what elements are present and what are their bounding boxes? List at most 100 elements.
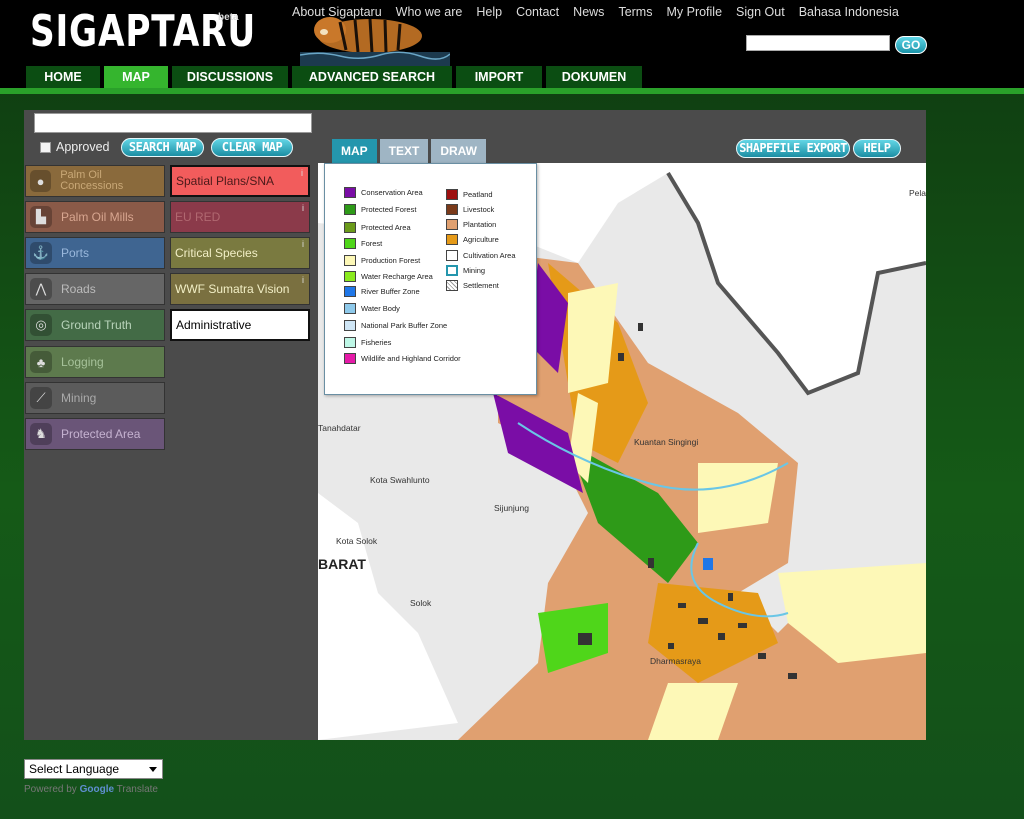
- link-my-profile[interactable]: My Profile: [666, 5, 722, 19]
- link-news[interactable]: News: [573, 5, 604, 19]
- legend-swatch: [446, 265, 458, 276]
- layer-label: Logging: [61, 355, 104, 369]
- legend-item: Agriculture: [446, 234, 499, 245]
- tab-discussions[interactable]: DISCUSSIONS: [172, 66, 288, 88]
- tab-dokumen[interactable]: DOKUMEN: [546, 66, 642, 88]
- legend-item: Water Body: [344, 303, 400, 314]
- link-about[interactable]: About Sigaptaru: [292, 5, 382, 19]
- legend-item: Fisheries: [344, 337, 391, 348]
- place-label: Solok: [410, 598, 432, 608]
- clear-map-button[interactable]: CLEAR MAP: [211, 138, 293, 157]
- info-icon[interactable]: i: [302, 203, 304, 213]
- powered-by: Powered by Google Translate: [24, 784, 158, 795]
- legend-item: Cultivation Area: [446, 250, 516, 261]
- legend-swatch: [344, 255, 356, 266]
- language-select[interactable]: Select Language: [24, 759, 163, 779]
- plan-critical-species[interactable]: Critical Species i: [170, 237, 310, 269]
- link-who-we-are[interactable]: Who we are: [396, 5, 463, 19]
- pickaxe-icon: ⟋: [30, 387, 52, 409]
- plan-label: EU RED: [175, 210, 221, 224]
- layer-protected-area[interactable]: ♞ Protected Area: [25, 418, 165, 450]
- legend-item: National Park Buffer Zone: [344, 320, 447, 331]
- legend-item: Plantation: [446, 219, 496, 230]
- tab-advanced-search[interactable]: ADVANCED SEARCH: [292, 66, 452, 88]
- approved-filter[interactable]: Approved: [40, 140, 110, 154]
- plan-administrative[interactable]: Administrative: [170, 309, 310, 341]
- tab-import[interactable]: IMPORT: [456, 66, 542, 88]
- map-view-tabs: MAP TEXT DRAW: [332, 139, 487, 163]
- legend-swatch: [344, 271, 356, 282]
- legend-swatch: [344, 286, 356, 297]
- legend-swatch: [344, 337, 356, 348]
- legend-swatch: [446, 189, 458, 200]
- link-contact[interactable]: Contact: [516, 5, 559, 19]
- place-label: Kota Swahlunto: [370, 475, 430, 485]
- legend-swatch: [446, 234, 458, 245]
- search-map-button[interactable]: SEARCH MAP: [121, 138, 204, 157]
- place-label: Kota Solok: [336, 536, 378, 546]
- legend-swatch: [446, 219, 458, 230]
- tab-text-view[interactable]: TEXT: [379, 139, 429, 163]
- legend-swatch: [344, 187, 356, 198]
- map-legend: Conservation Area Protected Forest Prote…: [324, 163, 537, 395]
- header: SIGAPTARU beta About Sigaptaru Who we ar…: [0, 0, 1024, 88]
- tab-map-view[interactable]: MAP: [332, 139, 377, 163]
- plan-eu-red[interactable]: EU RED i: [170, 201, 310, 233]
- plan-wwf-sumatra-vision[interactable]: WWF Sumatra Vision i: [170, 273, 310, 305]
- legend-item: Wildlife and Highland Corridor: [344, 353, 461, 364]
- shapefile-export-button[interactable]: SHAPEFILE EXPORT: [736, 139, 850, 158]
- plan-label: Administrative: [176, 318, 252, 332]
- legend-item: Mining: [446, 265, 485, 276]
- info-icon[interactable]: i: [301, 168, 303, 178]
- legend-swatch: [344, 353, 356, 364]
- legend-swatch: [344, 320, 356, 331]
- oil-drop-icon: ●: [30, 170, 52, 192]
- link-sign-out[interactable]: Sign Out: [736, 5, 785, 19]
- link-terms[interactable]: Terms: [618, 5, 652, 19]
- layer-roads[interactable]: ⋀ Roads: [25, 273, 165, 305]
- layer-label: Ports: [61, 246, 90, 260]
- legend-item: Water Recharge Area: [344, 271, 433, 282]
- trees-icon: ♣: [30, 351, 52, 373]
- tab-draw-view[interactable]: DRAW: [431, 139, 487, 163]
- layer-logging[interactable]: ♣ Logging: [25, 346, 165, 378]
- legend-swatch: [446, 250, 458, 261]
- place-label: Dharmasraya: [650, 656, 702, 666]
- layer-ports[interactable]: ⚓ Ports: [25, 237, 165, 269]
- plan-spatial-plans[interactable]: Spatial Plans/SNA i: [170, 165, 310, 197]
- legend-swatch: [446, 280, 458, 291]
- site-search-input[interactable]: [746, 35, 890, 51]
- approved-label: Approved: [56, 140, 110, 154]
- legend-item: Protected Forest: [344, 204, 416, 215]
- factory-icon: ▙: [30, 206, 52, 228]
- map-search-input[interactable]: [34, 113, 312, 133]
- help-button[interactable]: HELP: [853, 139, 901, 158]
- legend-item: Peatland: [446, 189, 493, 200]
- place-label: Pela: [909, 188, 926, 198]
- tab-map[interactable]: MAP: [104, 66, 168, 88]
- tab-home[interactable]: HOME: [26, 66, 100, 88]
- layer-label: Mining: [61, 391, 97, 405]
- link-bahasa[interactable]: Bahasa Indonesia: [799, 5, 899, 19]
- language-select-label: Select Language: [29, 762, 120, 776]
- map-panel: Approved SEARCH MAP CLEAR MAP ● Palm Oil…: [24, 110, 926, 740]
- google-logo: Google: [79, 784, 115, 795]
- go-button[interactable]: GO: [895, 36, 927, 54]
- road-icon: ⋀: [30, 278, 52, 300]
- plan-label: Spatial Plans/SNA: [176, 174, 275, 188]
- layer-label: Palm Oil Concessions: [60, 169, 124, 192]
- layer-palm-oil-concessions[interactable]: ● Palm Oil Concessions: [25, 165, 165, 197]
- layer-palm-oil-mills[interactable]: ▙ Palm Oil Mills: [25, 201, 165, 233]
- legend-item: Conservation Area: [344, 187, 423, 198]
- approved-checkbox[interactable]: [40, 141, 51, 153]
- link-help[interactable]: Help: [476, 5, 502, 19]
- info-icon[interactable]: i: [302, 239, 304, 249]
- layer-mining[interactable]: ⟋ Mining: [25, 382, 165, 414]
- legend-item: Forest: [344, 238, 382, 249]
- layer-ground-truth[interactable]: ◎ Ground Truth: [25, 309, 165, 341]
- info-icon[interactable]: i: [302, 275, 304, 285]
- place-label: Kuantan Singingi: [634, 437, 699, 447]
- layer-label: Palm Oil Mills: [61, 210, 134, 224]
- plan-label: Critical Species: [175, 246, 258, 260]
- animal-icon: ♞: [30, 423, 52, 445]
